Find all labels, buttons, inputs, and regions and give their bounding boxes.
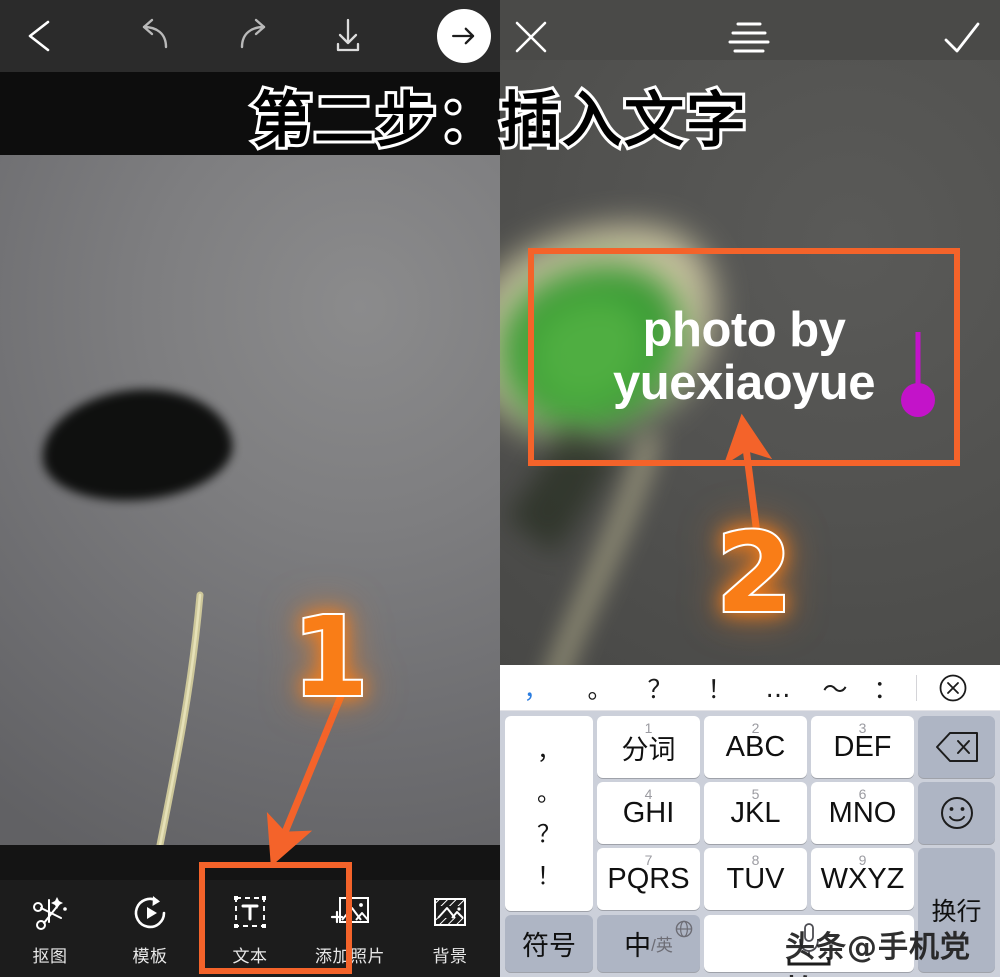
tool-add-photo[interactable]: 添加照片	[300, 880, 400, 977]
key-punctuation-column[interactable]: ， 。 ？ ！	[505, 716, 593, 911]
confirm-button[interactable]	[938, 16, 984, 62]
key-label: 符号	[522, 931, 576, 961]
redo-icon	[240, 18, 266, 49]
close-button[interactable]	[508, 14, 554, 60]
scissors-sparkle-icon	[29, 891, 71, 935]
divider	[916, 675, 917, 701]
key-mno[interactable]: 6 MNO	[811, 782, 914, 844]
blurred-stem	[506, 426, 657, 665]
punc-ellipsis[interactable]: …	[748, 665, 808, 711]
keyboard-grid: ， 。 ？ ！ 1 分词 2 ABC 3 DEF 4 GHI 5 JKL 6 M…	[500, 711, 1000, 977]
key-label-main: 中	[624, 931, 652, 961]
redo-button[interactable]	[230, 13, 276, 59]
left-top-toolbar	[0, 0, 500, 72]
key-tuv[interactable]: 8 TUV	[704, 848, 807, 910]
tool-label: 添加照片	[315, 946, 385, 966]
back-button[interactable]	[20, 14, 64, 58]
background-image-icon	[429, 891, 471, 935]
key-sup: 1	[644, 720, 653, 736]
key-fenci[interactable]: 1 分词	[597, 716, 700, 778]
overlay-line-2: yuexiaoyue	[613, 356, 875, 410]
key-newline[interactable]: 换行	[918, 848, 995, 972]
key-emoji[interactable]	[918, 782, 995, 844]
punc-question[interactable]: ？	[630, 665, 690, 711]
key-punc-period: 。	[537, 778, 561, 807]
key-label-sub: /英	[651, 936, 673, 955]
tool-background[interactable]: 背景	[400, 880, 500, 977]
smiley-icon	[940, 797, 973, 829]
photo-canvas-left[interactable]	[0, 155, 500, 845]
key-space-mic[interactable]	[704, 915, 914, 972]
key-symbols[interactable]: 符号	[505, 915, 593, 972]
download-icon	[336, 18, 360, 52]
key-language-switch[interactable]: 中 /英	[597, 915, 700, 972]
lotus-stem	[156, 591, 204, 845]
arrow-left-icon	[28, 20, 50, 52]
left-bottom-toolbar: 抠图 模板 文本 添加照片 背景	[0, 880, 500, 977]
punc-tilde[interactable]: ～	[805, 665, 865, 711]
key-sup: 7	[644, 852, 653, 868]
tool-label: 背景	[432, 946, 468, 966]
key-punc-comma: ，	[537, 736, 561, 765]
key-sup: 6	[858, 786, 867, 802]
microphone-icon	[787, 922, 831, 965]
tool-text[interactable]: 文本	[200, 880, 300, 977]
punc-colon[interactable]: ：	[858, 665, 914, 711]
title-strip	[0, 72, 500, 155]
left-panel: 抠图 模板 文本 添加照片 背景	[0, 0, 500, 977]
overlay-line-1: photo by	[642, 303, 846, 358]
next-button[interactable]	[437, 9, 491, 63]
punc-period[interactable]: 。	[570, 665, 630, 711]
undo-icon	[142, 18, 168, 49]
key-def[interactable]: 3 DEF	[811, 716, 914, 778]
text-cursor-handle[interactable]	[900, 332, 936, 418]
tool-cutout[interactable]: 抠图	[0, 880, 100, 977]
text-align-button[interactable]	[724, 18, 774, 58]
tool-label: 文本	[232, 946, 268, 966]
key-ghi[interactable]: 4 GHI	[597, 782, 700, 844]
key-punc-question: ？	[537, 820, 561, 849]
undo-button[interactable]	[132, 13, 178, 59]
template-refresh-icon	[129, 891, 171, 935]
key-jkl[interactable]: 5 JKL	[704, 782, 807, 844]
key-wxyz[interactable]: 9 WXYZ	[811, 848, 914, 910]
circle-x-icon	[939, 674, 967, 702]
tool-label: 模板	[132, 946, 168, 966]
add-photo-icon	[328, 891, 372, 935]
text-box-icon	[229, 891, 271, 935]
keyboard: ， 。 ？ ！ … ～ ： ， 。 ？ ！ 1 分词 2 ABC 3 DEF 4…	[500, 665, 1000, 977]
key-punc-exclaim: ！	[537, 862, 561, 891]
punctuation-close-button[interactable]	[938, 673, 968, 703]
key-backspace[interactable]	[918, 716, 995, 778]
key-sup: 8	[751, 852, 760, 868]
punc-comma[interactable]: ，	[506, 665, 566, 711]
backspace-icon	[935, 732, 978, 762]
text-overlay[interactable]: photo by yuexiaoyue	[528, 248, 960, 466]
close-x-icon	[515, 21, 547, 53]
punctuation-bar: ， 。 ？ ！ … ～ ：	[500, 665, 1000, 711]
key-sup: 4	[644, 786, 653, 802]
key-label: 换行	[931, 898, 982, 926]
app-screenshot: 抠图 模板 文本 添加照片 背景 photo by yuexiaoyue 第二步…	[0, 0, 1000, 977]
arrow-right-circle-icon	[452, 27, 475, 45]
tool-label: 抠图	[32, 946, 68, 966]
key-sup: 2	[751, 720, 760, 736]
tool-template[interactable]: 模板	[100, 880, 200, 977]
punc-exclaim[interactable]: ！	[690, 665, 750, 711]
key-sup: 9	[858, 852, 867, 868]
key-sup: 3	[858, 720, 867, 736]
check-icon	[944, 22, 980, 53]
download-button[interactable]	[325, 13, 371, 59]
key-abc[interactable]: 2 ABC	[704, 716, 807, 778]
key-sup: 5	[751, 786, 760, 802]
globe-icon	[675, 920, 693, 938]
align-center-icon	[728, 22, 770, 53]
key-pqrs[interactable]: 7 PQRS	[597, 848, 700, 910]
